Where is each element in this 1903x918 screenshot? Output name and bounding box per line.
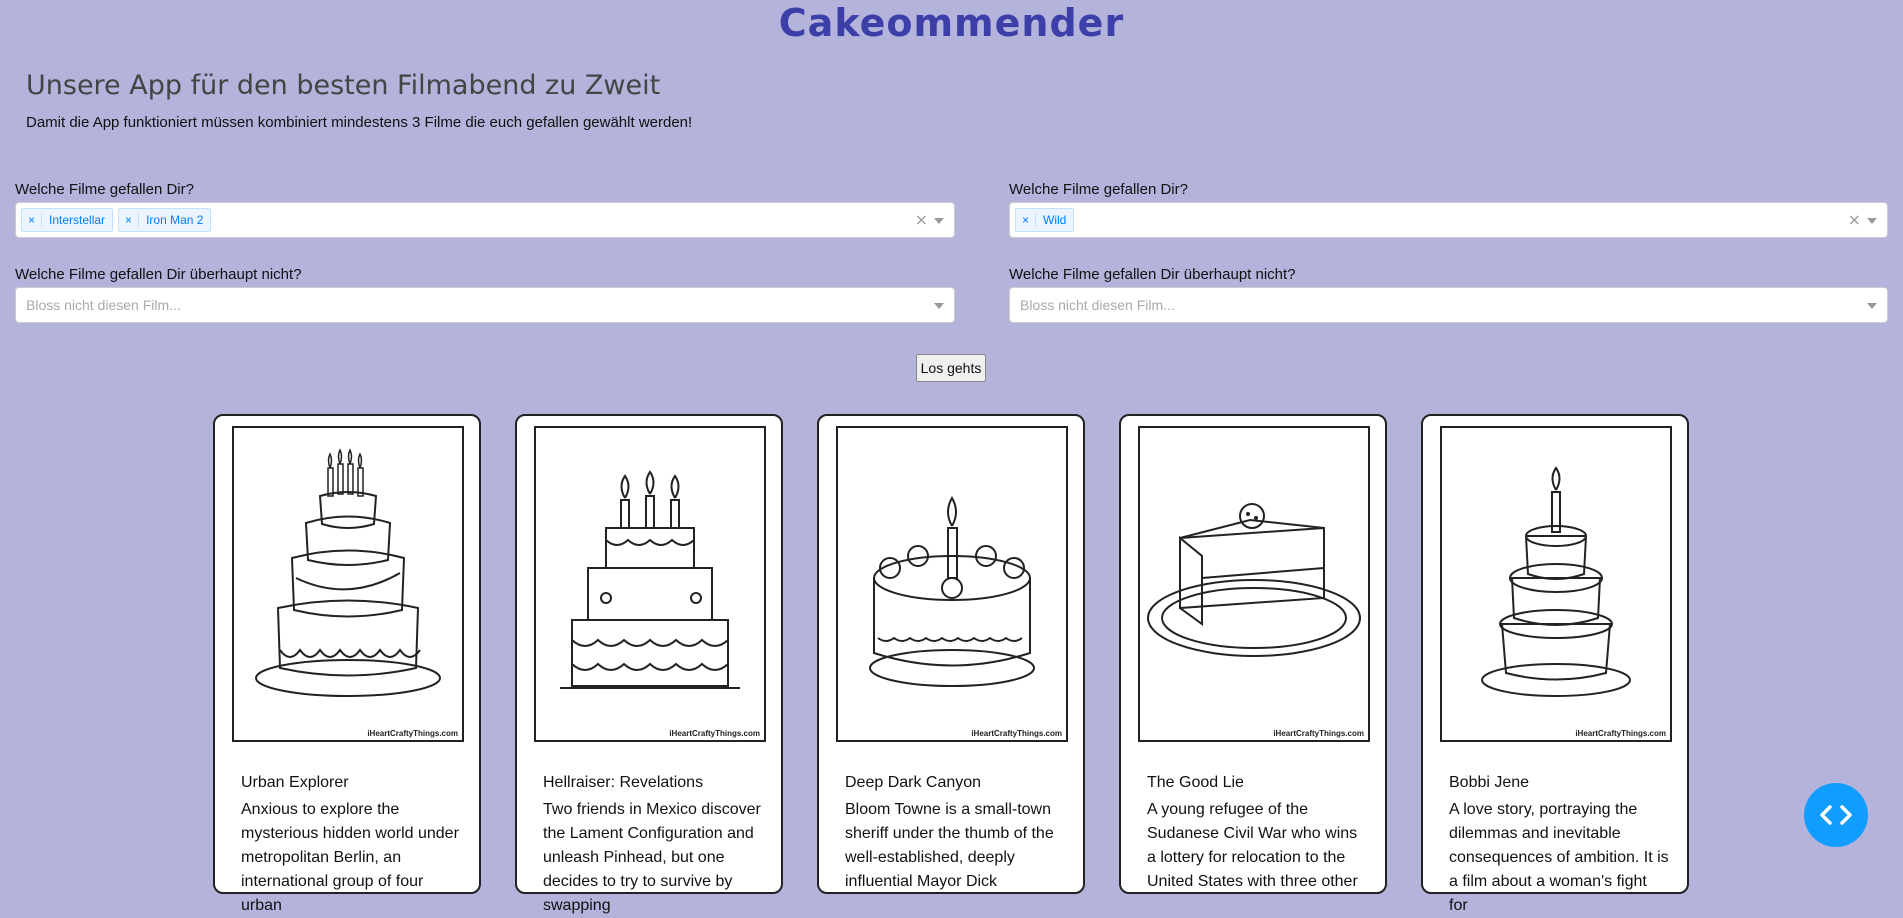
stacked-cake-illustration bbox=[1481, 466, 1631, 697]
clear-selection-icon[interactable]: × bbox=[1848, 210, 1861, 229]
chip-label: Iron Man 2 bbox=[146, 213, 204, 227]
three-tier-cake-illustration bbox=[560, 470, 740, 689]
right-likes-select[interactable]: × Wild × bbox=[1009, 202, 1888, 238]
movie-card[interactable]: iHeartCraftyThings.com The Good Lie A yo… bbox=[1119, 414, 1387, 894]
code-brackets-icon bbox=[1820, 805, 1852, 825]
right-likes-label: Welche Filme gefallen Dir? bbox=[1009, 181, 1188, 198]
dropdown-arrow-icon[interactable] bbox=[1867, 303, 1877, 309]
instruction-text: Damit die App funktioniert müssen kombin… bbox=[26, 114, 693, 131]
movie-description: A young refugee of the Sudanese Civil Wa… bbox=[1147, 801, 1358, 890]
remove-chip-icon[interactable]: × bbox=[1016, 213, 1037, 227]
movie-title: Hellraiser: Revelations bbox=[543, 774, 704, 791]
movie-title: Bobbi Jene bbox=[1449, 774, 1530, 791]
app-title: Cakeommender bbox=[778, 1, 1125, 45]
chip-label: Wild bbox=[1043, 213, 1067, 227]
left-dislikes-label: Welche Filme gefallen Dir überhaupt nich… bbox=[15, 266, 302, 283]
right-dislikes-label: Welche Filme gefallen Dir überhaupt nich… bbox=[1009, 266, 1296, 283]
chip-label: Interstellar bbox=[49, 213, 106, 227]
cake-image: iHeartCraftyThings.com bbox=[836, 426, 1068, 742]
round-cake-illustration bbox=[869, 495, 1035, 687]
cake-image: iHeartCraftyThings.com bbox=[1440, 426, 1672, 742]
cake-image: iHeartCraftyThings.com bbox=[1138, 426, 1370, 742]
left-dislikes-select[interactable]: Bloss nicht diesen Film... bbox=[15, 287, 955, 323]
movie-title: Deep Dark Canyon bbox=[845, 774, 982, 791]
image-credit: iHeartCraftyThings.com bbox=[1273, 729, 1364, 738]
remove-chip-icon[interactable]: × bbox=[119, 213, 140, 227]
movie-card[interactable]: iHeartCraftyThings.com Hellraiser: Revel… bbox=[515, 414, 783, 914]
movie-card[interactable]: iHeartCraftyThings.com Bobbi Jene A love… bbox=[1421, 414, 1689, 914]
image-credit: iHeartCraftyThings.com bbox=[669, 729, 760, 738]
dropdown-arrow-icon[interactable] bbox=[934, 218, 944, 224]
left-likes-select[interactable]: × Interstellar × Iron Man 2 × bbox=[15, 202, 955, 238]
right-dislikes-select[interactable]: Bloss nicht diesen Film... bbox=[1009, 287, 1888, 323]
image-credit: iHeartCraftyThings.com bbox=[367, 729, 458, 738]
left-likes-label: Welche Filme gefallen Dir? bbox=[15, 181, 194, 198]
cake-image: iHeartCraftyThings.com bbox=[232, 426, 464, 742]
movie-card[interactable]: iHeartCraftyThings.com Deep Dark Canyon … bbox=[817, 414, 1085, 894]
movie-description: Two friends in Mexico discover the Lamen… bbox=[543, 801, 761, 914]
dropdown-arrow-icon[interactable] bbox=[934, 303, 944, 309]
select-placeholder: Bloss nicht diesen Film... bbox=[1020, 297, 1175, 313]
select-placeholder: Bloss nicht diesen Film... bbox=[26, 297, 181, 313]
image-credit: iHeartCraftyThings.com bbox=[1575, 729, 1666, 738]
selected-movie-chip: × Interstellar bbox=[21, 208, 114, 232]
movie-card[interactable]: iHeartCraftyThings.com Urban Explorer An… bbox=[213, 414, 481, 914]
tiered-cake-illustration bbox=[255, 448, 441, 697]
code-toggle-button[interactable] bbox=[1804, 783, 1868, 847]
selected-movie-chip: × Iron Man 2 bbox=[118, 208, 212, 232]
submit-button[interactable]: Los gehts bbox=[916, 354, 986, 382]
selected-movie-chip: × Wild bbox=[1015, 208, 1075, 232]
movie-description: A love story, portraying the dilemmas an… bbox=[1449, 801, 1669, 914]
clear-selection-icon[interactable]: × bbox=[915, 210, 928, 229]
page-subtitle: Unsere App für den besten Filmabend zu Z… bbox=[26, 70, 661, 101]
cake-image: iHeartCraftyThings.com bbox=[534, 426, 766, 742]
remove-chip-icon[interactable]: × bbox=[22, 213, 43, 227]
movie-title: The Good Lie bbox=[1147, 774, 1244, 791]
image-credit: iHeartCraftyThings.com bbox=[971, 729, 1062, 738]
movie-description: Bloom Towne is a small-town sheriff unde… bbox=[845, 801, 1054, 890]
dropdown-arrow-icon[interactable] bbox=[1867, 218, 1877, 224]
movie-title: Urban Explorer bbox=[241, 774, 349, 791]
movie-description: Anxious to explore the mysterious hidden… bbox=[241, 801, 459, 914]
cake-slice-illustration bbox=[1147, 503, 1361, 657]
